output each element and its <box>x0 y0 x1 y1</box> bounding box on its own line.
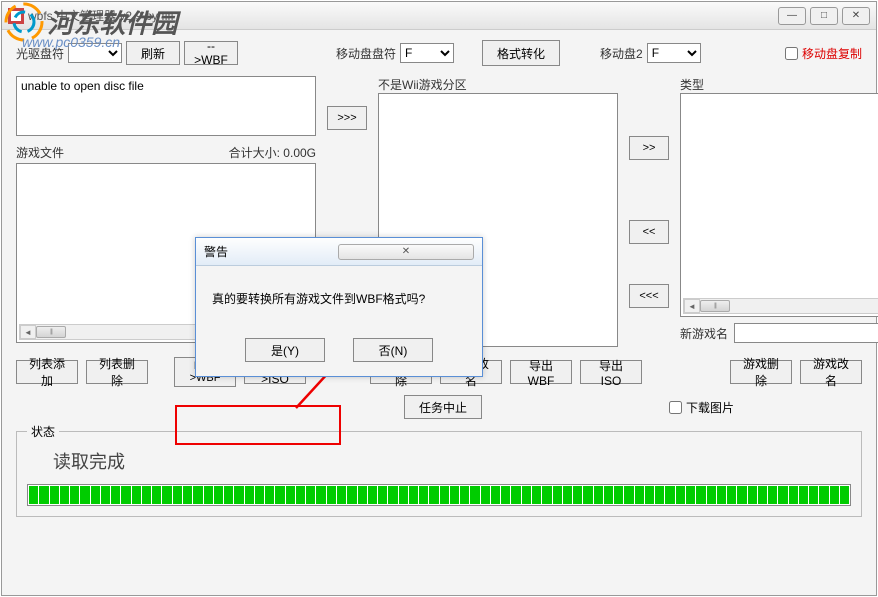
type-hscrollbar[interactable]: ◄ <box>683 298 878 314</box>
mobile-drive-select[interactable]: F <box>400 43 454 63</box>
game-file-label: 游戏文件 <box>16 144 64 161</box>
top-toolbar: 光驱盘符 刷新 -->WBF 移动盘盘符 F 格式转化 移动盘2 F 移动盘复制 <box>16 36 862 70</box>
type-scroll-left-icon[interactable]: ◄ <box>684 299 700 313</box>
format-button[interactable]: 格式转化 <box>482 40 560 66</box>
to-wbf-button[interactable]: -->WBF <box>184 41 238 65</box>
export-wbf-button[interactable]: 导出WBF <box>510 360 572 384</box>
task-abort-button[interactable]: 任务中止 <box>404 395 482 419</box>
app-icon <box>8 8 24 24</box>
scroll-thumb[interactable] <box>36 326 66 338</box>
download-image-checkbox[interactable]: 下载图片 <box>669 399 734 416</box>
dialog-title-bar[interactable]: 警告 ✕ <box>196 238 482 266</box>
disc-info-text: unable to open disc file <box>21 79 144 93</box>
status-legend: 状态 <box>27 423 59 440</box>
dialog-title-text: 警告 <box>204 243 338 260</box>
refresh-button[interactable]: 刷新 <box>126 41 180 65</box>
mobile-copy-checkbox[interactable]: 移动盘复制 <box>785 45 862 62</box>
export-iso-button[interactable]: 导出ISO <box>580 360 642 384</box>
list-add-button[interactable]: 列表添加 <box>16 360 78 384</box>
mobile-disk2-label: 移动盘2 <box>600 45 643 62</box>
new-game-label: 新游戏名 <box>680 325 728 342</box>
close-button[interactable]: ✕ <box>842 7 870 25</box>
title-bar: wbfs 中文管理器 v2.9 by flfl — □ ✕ <box>2 2 876 30</box>
status-text: 读取完成 <box>53 448 851 474</box>
dialog-yes-button[interactable]: 是(Y) <box>245 338 325 362</box>
type-scroll-thumb[interactable] <box>700 300 730 312</box>
dialog-close-button[interactable]: ✕ <box>338 244 474 260</box>
mobile-copy-check[interactable] <box>785 47 798 60</box>
move-left-all-button[interactable]: <<< <box>629 284 669 308</box>
not-wii-label: 不是Wii游戏分区 <box>378 78 467 92</box>
cd-drive-select[interactable] <box>68 43 122 63</box>
progress-bar <box>27 484 851 506</box>
total-size-label: 合计大小: 0.00G <box>229 144 316 161</box>
type-list[interactable]: ◄ <box>680 93 878 317</box>
scroll-left-icon[interactable]: ◄ <box>20 325 36 339</box>
game-delete-button-2[interactable]: 游戏删除 <box>730 360 792 384</box>
disc-info-box[interactable]: unable to open disc file <box>16 76 316 136</box>
game-rename-button-2[interactable]: 游戏改名 <box>800 360 862 384</box>
minimize-button[interactable]: — <box>778 7 806 25</box>
type-label: 类型 <box>680 78 704 92</box>
status-group: 状态 读取完成 <box>16 431 862 517</box>
download-image-check[interactable] <box>669 401 682 414</box>
maximize-button[interactable]: □ <box>810 7 838 25</box>
dialog-message: 真的要转换所有游戏文件到WBF格式吗? <box>196 266 482 330</box>
new-game-input[interactable] <box>734 323 878 343</box>
move-right-all-button[interactable]: >>> <box>327 106 367 130</box>
move-left-button[interactable]: << <box>629 220 669 244</box>
dialog-no-button[interactable]: 否(N) <box>353 338 433 362</box>
mobile-drive-label: 移动盘盘符 <box>336 45 396 62</box>
warning-dialog: 警告 ✕ 真的要转换所有游戏文件到WBF格式吗? 是(Y) 否(N) <box>195 237 483 377</box>
move-right-button[interactable]: >> <box>629 136 669 160</box>
window-title: wbfs 中文管理器 v2.9 by flfl <box>28 7 774 24</box>
mobile-disk2-select[interactable]: F <box>647 43 701 63</box>
list-delete-button[interactable]: 列表删除 <box>86 360 148 384</box>
cd-drive-label: 光驱盘符 <box>16 45 64 62</box>
